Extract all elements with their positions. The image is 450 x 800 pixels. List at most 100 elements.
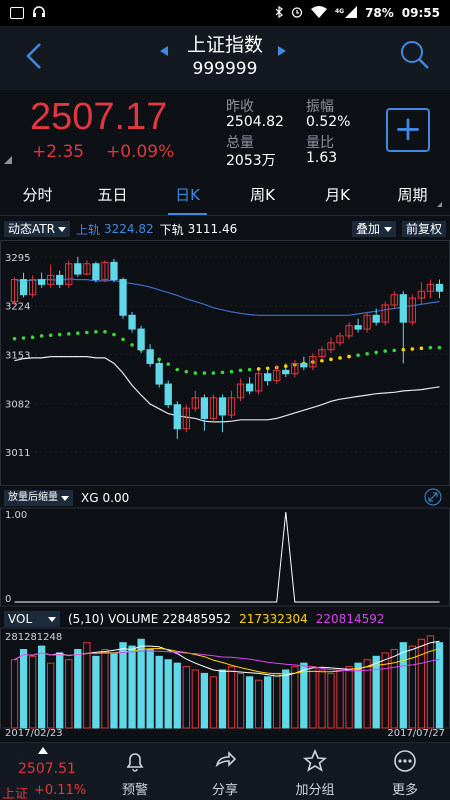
price-change: +2.35 — [32, 142, 85, 162]
sub-chart-frame — [0, 507, 450, 607]
stat-label: 昨收 — [226, 99, 254, 115]
main-indicator-select[interactable]: 动态ATR — [4, 221, 70, 237]
mid-band-dot — [66, 332, 71, 336]
volume-bar — [309, 666, 317, 729]
volume-bar — [264, 676, 272, 729]
mid-band-dot — [130, 343, 134, 347]
dropdown-icon — [57, 226, 66, 232]
corner-triangle-icon — [4, 156, 12, 164]
candle-body — [354, 325, 362, 330]
mid-band-dot — [383, 349, 388, 353]
candle-body — [372, 314, 380, 323]
lower-band-label: 下轨 — [159, 222, 184, 237]
candle-body — [19, 279, 28, 296]
nav-share[interactable]: 分享 — [180, 743, 270, 800]
vol-ma5-value: 217332304 — [239, 612, 308, 626]
candle-body — [245, 383, 254, 392]
tab-monthly-k[interactable]: 月K — [300, 176, 375, 215]
vol-params: (5,10) — [68, 612, 105, 626]
candle-body — [155, 362, 163, 385]
volume-bar — [417, 638, 426, 729]
xg-label: XG — [81, 491, 99, 505]
volume-bar — [390, 649, 398, 729]
candle-body — [119, 279, 127, 316]
overlay-button[interactable]: 叠加 — [351, 221, 396, 237]
current-price: 2507.17 — [30, 96, 168, 138]
tab-intraday[interactable]: 分时 — [0, 176, 75, 215]
x-tick-label: 2017/07/27 — [387, 728, 445, 739]
mid-band-dot — [121, 337, 125, 342]
xg-chart: 1.00 0 — [0, 507, 450, 607]
overlay-label: 叠加 — [355, 222, 380, 236]
stat-value: 2504.82 — [226, 114, 284, 130]
nav-pct: +0.11% — [34, 783, 87, 798]
volume-bar — [155, 655, 163, 729]
volume-bar — [399, 642, 407, 729]
add-watchlist-button[interactable]: + — [386, 108, 430, 152]
volume-bar — [209, 676, 218, 729]
stock-code: 999999 — [192, 59, 258, 79]
nav-alert[interactable]: 预警 — [90, 743, 180, 800]
tab-period[interactable]: 周期 — [375, 176, 450, 215]
volume-bar — [37, 645, 46, 729]
stat-value: 0.52% — [306, 114, 351, 130]
mid-band-dot — [365, 352, 369, 356]
volume-indicator-select[interactable]: VOL — [4, 611, 60, 627]
bell-icon — [126, 753, 144, 772]
volume-bar — [19, 649, 28, 729]
vol-ma10-value: 220814592 — [315, 612, 385, 626]
mid-band-dot — [112, 332, 116, 337]
main-indicator-bar: 动态ATR 上轨 3224.82 下轨 3111.46 叠加 前复权 — [0, 219, 450, 239]
y-tick-label: 3224 — [5, 302, 30, 313]
candle-body — [37, 279, 46, 285]
volume-bar — [10, 659, 19, 729]
vol-value: 228485952 — [162, 612, 232, 626]
mid-band-dot — [193, 371, 198, 375]
nav-label: 分享 — [211, 783, 238, 798]
volume-bar — [101, 649, 109, 729]
mid-band-dot — [256, 367, 261, 371]
volume-bar — [74, 649, 82, 729]
search-button[interactable] — [398, 38, 432, 72]
next-stock-button[interactable] — [278, 46, 286, 59]
mid-band-dot — [76, 331, 80, 335]
mid-band-dot — [238, 368, 243, 373]
xg-value: 0.00 — [102, 491, 130, 505]
more-icon — [394, 750, 416, 772]
y-tick-label: 281281248 — [5, 632, 62, 643]
kline-chart: 32953224315330823011 — [0, 240, 450, 486]
triangle-right-icon — [278, 46, 286, 56]
candle-body — [74, 263, 82, 275]
tab-weekly-k[interactable]: 周K — [225, 176, 300, 215]
volume-bar — [218, 669, 227, 729]
band-line-lower — [14, 356, 440, 423]
volume-bar — [200, 672, 209, 729]
volume-bar — [291, 666, 299, 729]
status-bar: 4G 78% 09:55 — [0, 0, 450, 26]
chart-frame — [0, 240, 450, 486]
nav-add-group[interactable]: 加分组 — [270, 743, 360, 800]
nav-more[interactable]: 更多 — [360, 743, 450, 800]
candle-body — [300, 362, 308, 368]
expand-button[interactable] — [424, 488, 442, 509]
mid-band-dot — [347, 354, 351, 359]
mid-band-dot — [85, 330, 89, 335]
tab-daily-k[interactable]: 日K — [150, 176, 225, 215]
mid-band-dot — [103, 330, 107, 334]
candle-body — [435, 283, 444, 292]
nav-price-block[interactable]: 2507.51 上证 +0.11% — [0, 743, 90, 800]
candle-body — [282, 369, 290, 375]
volume-bar — [28, 655, 37, 729]
adjust-button[interactable]: 前复权 — [401, 221, 446, 237]
volume-bar — [110, 652, 118, 729]
volume-bar — [173, 662, 181, 729]
sub-indicator-select[interactable]: 放量后缩量 — [4, 490, 73, 506]
stat-label: 总量 — [226, 135, 254, 151]
volume-indicator-bar: VOL (5,10) VOLUME 228485952 217332304 22… — [0, 609, 450, 629]
y-tick-label: 3082 — [5, 399, 30, 410]
volume-bar — [345, 666, 353, 729]
tab-five-day[interactable]: 五日 — [75, 176, 150, 215]
indicator-name: 放量后缩量 — [8, 492, 58, 503]
candle-body — [399, 294, 407, 323]
indicator-name: VOL — [8, 612, 33, 626]
